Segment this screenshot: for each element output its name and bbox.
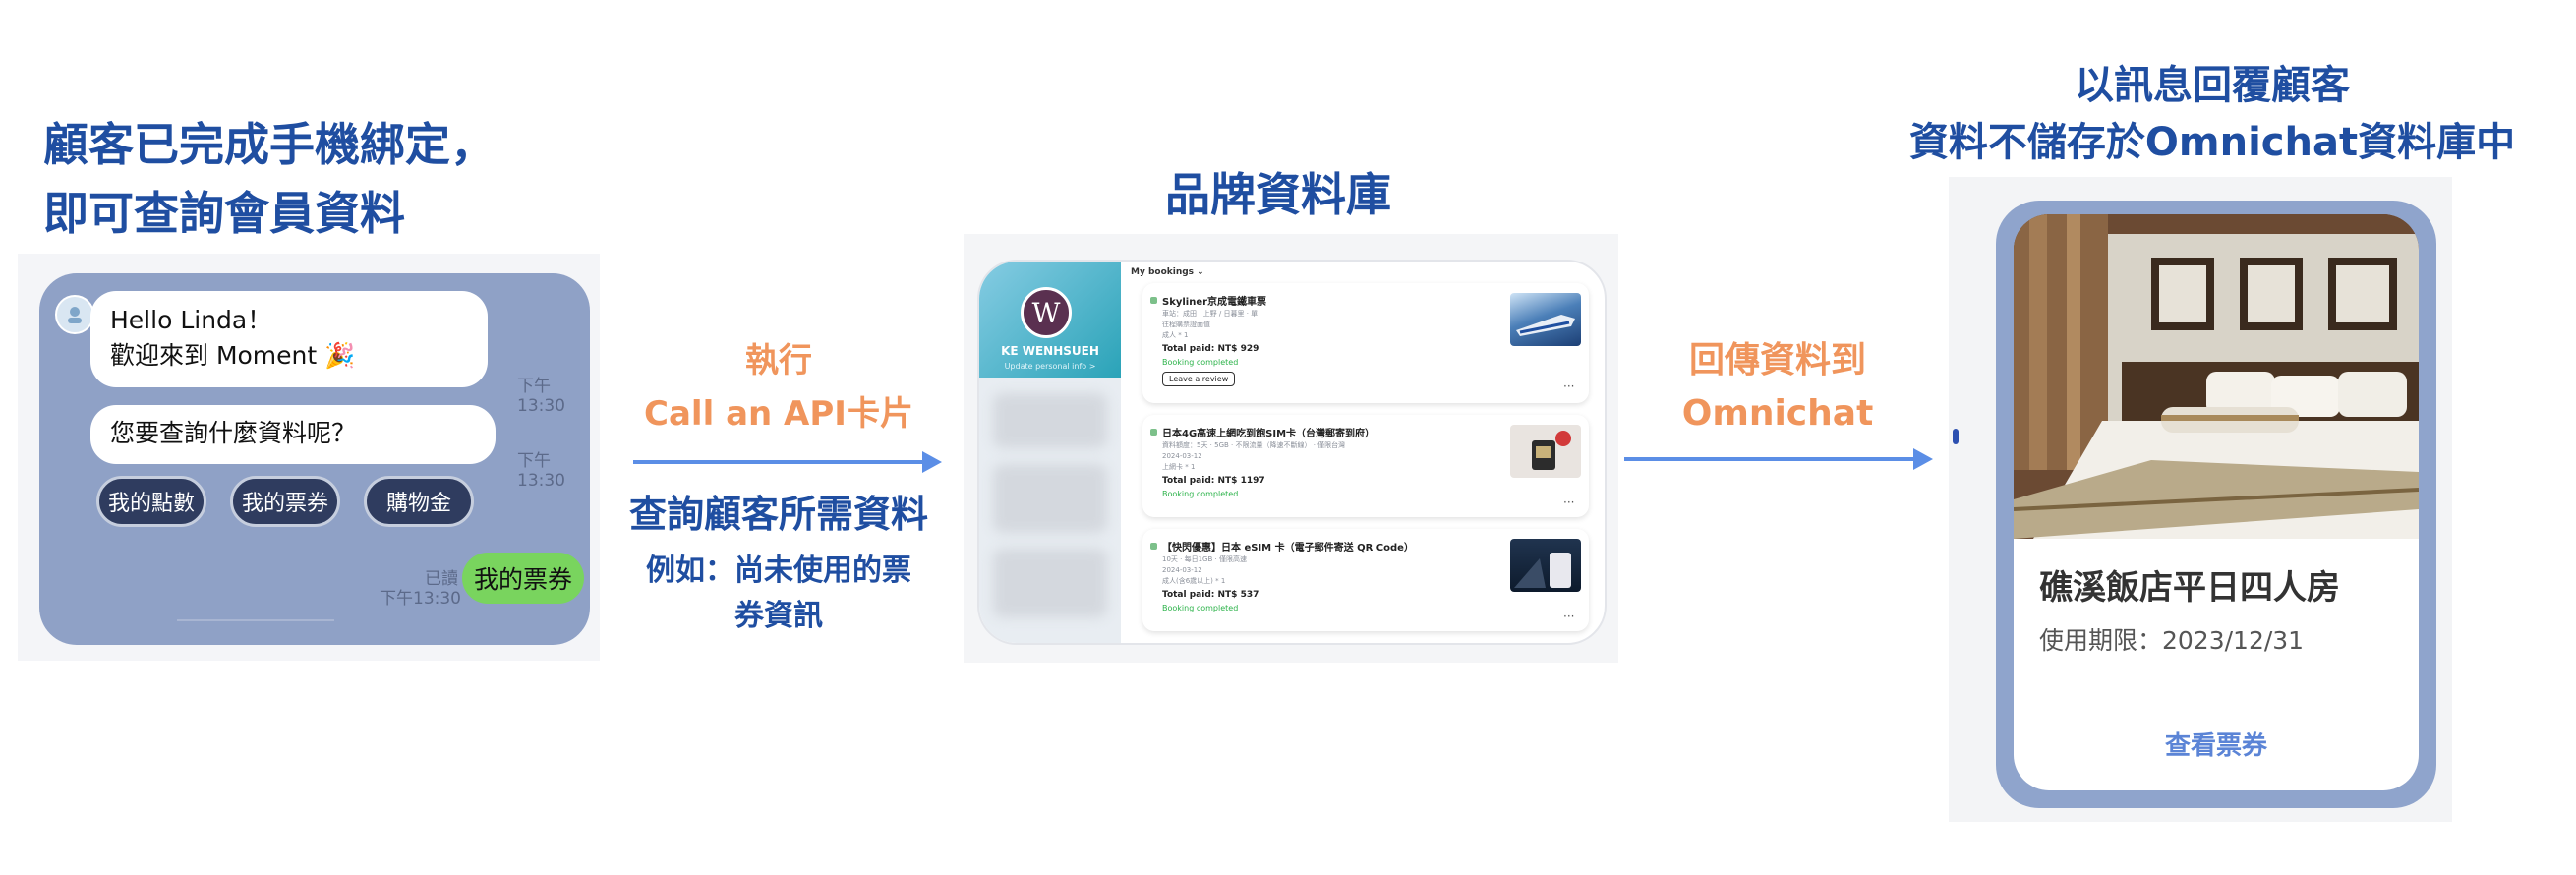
booking-title: Skyliner京成電鐵車票 — [1162, 297, 1267, 308]
section1-title-line2: 即可查詢會員資料 — [43, 187, 405, 240]
hotel-room-image — [2014, 214, 2419, 539]
booking-card[interactable]: 【快閃優惠】日本 eSIM 卡（電子郵件寄送 QR Code） 10天 · 每日… — [1142, 529, 1589, 631]
quick-reply-tickets[interactable]: 我的票券 — [230, 476, 340, 527]
update-profile-link[interactable]: Update personal info > — [979, 362, 1121, 371]
booking-icon — [1150, 297, 1157, 304]
question-text: 您要查詢什麼資料呢？ — [110, 419, 357, 447]
blurred-menu — [993, 464, 1107, 533]
bot-avatar — [55, 295, 94, 334]
blurred-menu — [993, 393, 1107, 448]
booking-icon — [1150, 429, 1157, 436]
more-options-icon[interactable]: ··· — [1563, 496, 1574, 509]
quick-reply-points[interactable]: 我的點數 — [96, 476, 206, 527]
chat-window: Hello Linda！ 歡迎來到 Moment 🎉 下午13:30 您要查詢什… — [39, 273, 590, 645]
booking-icon — [1150, 543, 1157, 550]
query-subtitle: 查詢顧客所需資料 — [628, 493, 928, 536]
section1-title-line1: 顧客已完成手機綁定， — [43, 118, 496, 171]
more-options-icon[interactable]: ··· — [1563, 379, 1574, 393]
return-line1: 回傳資料到 — [1688, 340, 1866, 380]
sim-card-image — [1510, 425, 1581, 478]
frame-marker — [1953, 429, 1959, 444]
booking-detail: 資料額度：5天 · 5GB · 不限流量（降速不斷線） · 僅限台灣 — [1162, 441, 1346, 449]
booking-detail: 成人 * 1 — [1162, 331, 1189, 339]
booking-title: 日本4G高速上網吃到飽SIM卡（台灣郵寄到府） — [1162, 429, 1376, 439]
more-options-icon[interactable]: ··· — [1563, 610, 1574, 623]
booking-status: Booking completed — [1162, 358, 1239, 367]
greeting-bubble: Hello Linda！ 歡迎來到 Moment 🎉 — [90, 291, 488, 387]
action-line1: 執行 — [745, 341, 812, 380]
booking-status: Booking completed — [1162, 604, 1239, 612]
arrow1-line — [633, 460, 926, 464]
message-time: 下午13:30 — [517, 451, 565, 491]
reply-title-line2: 資料不儲存於Omnichat資料庫中 — [1908, 120, 2516, 165]
booking-detail: 2024-03-12 — [1162, 566, 1202, 574]
quick-reply-credit[interactable]: 購物金 — [364, 476, 474, 527]
chat-screenshot: Hello Linda！ 歡迎來到 Moment 🎉 下午13:30 您要查詢什… — [18, 254, 600, 661]
arrow2-head — [1913, 448, 1933, 470]
booking-detail: 車站：成田 · 上野 / 日暮里 · 單 — [1162, 310, 1259, 318]
action-label: 執行 Call an API卡片 — [612, 334, 946, 440]
booking-detail: 往程購票證面值 — [1162, 321, 1210, 328]
train-image — [1510, 293, 1581, 346]
reply-title-line1: 以訊息回覆顧客 — [2075, 63, 2350, 108]
message-time: 下午13:30 — [380, 589, 461, 609]
user-reply-bubble: 我的票券 — [462, 553, 584, 604]
example-line1: 例如：尚未使用的票 — [646, 554, 911, 588]
profile-sidebar: W KE WENHSUEH Update personal info > — [979, 262, 1121, 643]
message-time: 下午13:30 — [517, 377, 565, 416]
blurred-menu — [993, 549, 1107, 617]
question-bubble: 您要查詢什麼資料呢？ — [90, 405, 496, 464]
view-ticket-button[interactable]: 查看票券 — [2014, 726, 2419, 762]
return-data-label: 回傳資料到 Omnichat — [1620, 334, 1935, 440]
example-text: 例如：尚未使用的票 券資訊 — [612, 549, 946, 639]
divider — [177, 619, 334, 621]
esim-image — [1510, 539, 1581, 592]
booking-total: Total paid: NT$ 537 — [1162, 590, 1259, 600]
greeting-line1: Hello Linda！ — [110, 306, 272, 334]
arrow2-line — [1624, 457, 1917, 461]
booking-total: Total paid: NT$ 1197 — [1162, 476, 1265, 486]
arrow1-head — [922, 451, 942, 473]
booking-status: Booking completed — [1162, 490, 1239, 498]
section1-title: 顧客已完成手機綁定， 即可查詢會員資料 — [43, 110, 496, 248]
booking-total: Total paid: NT$ 929 — [1162, 344, 1259, 354]
ticket-validity: 使用期限：2023/12/31 — [2039, 626, 2305, 655]
profile-avatar: W — [1021, 287, 1072, 338]
booking-card[interactable]: Skyliner京成電鐵車票 車站：成田 · 上野 / 日暮里 · 單 往程購票… — [1142, 283, 1589, 403]
booking-detail: 成人(含6歲以上) * 1 — [1162, 577, 1226, 585]
profile-name: KE WENHSUEH — [1001, 344, 1099, 358]
leave-review-button[interactable]: Leave a review — [1162, 372, 1236, 386]
ticket-name: 礁溪飯店平日四人房 — [2039, 568, 2340, 608]
booking-detail: 2024-03-12 — [1162, 452, 1202, 460]
action-line2: Call an API卡片 — [644, 394, 913, 434]
booking-detail: 上網卡 * 1 — [1162, 463, 1196, 471]
brand-database-title: 品牌資料庫 — [1165, 168, 1391, 221]
bot-icon — [68, 307, 82, 323]
example-line2: 券資訊 — [734, 599, 823, 633]
database-screenshot: W KE WENHSUEH Update personal info > My … — [977, 260, 1607, 645]
booking-title: 【快閃優惠】日本 eSIM 卡（電子郵件寄送 QR Code） — [1162, 543, 1414, 554]
reply-title: 以訊息回覆顧客 資料不儲存於Omnichat資料庫中 — [1868, 57, 2556, 171]
greeting-line2: 歡迎來到 Moment 🎉 — [110, 341, 356, 370]
profile-header: W KE WENHSUEH Update personal info > — [979, 262, 1121, 378]
return-line2: Omnichat — [1681, 393, 1874, 434]
my-bookings-header[interactable]: My bookings ⌄ — [1131, 267, 1204, 277]
booking-detail: 10天 · 每日1GB · 僅限高速 — [1162, 555, 1247, 563]
booking-card[interactable]: 日本4G高速上網吃到飽SIM卡（台灣郵寄到府） 資料額度：5天 · 5GB · … — [1142, 415, 1589, 517]
ticket-card[interactable]: 礁溪飯店平日四人房 使用期限：2023/12/31 查看票券 — [2014, 214, 2419, 790]
